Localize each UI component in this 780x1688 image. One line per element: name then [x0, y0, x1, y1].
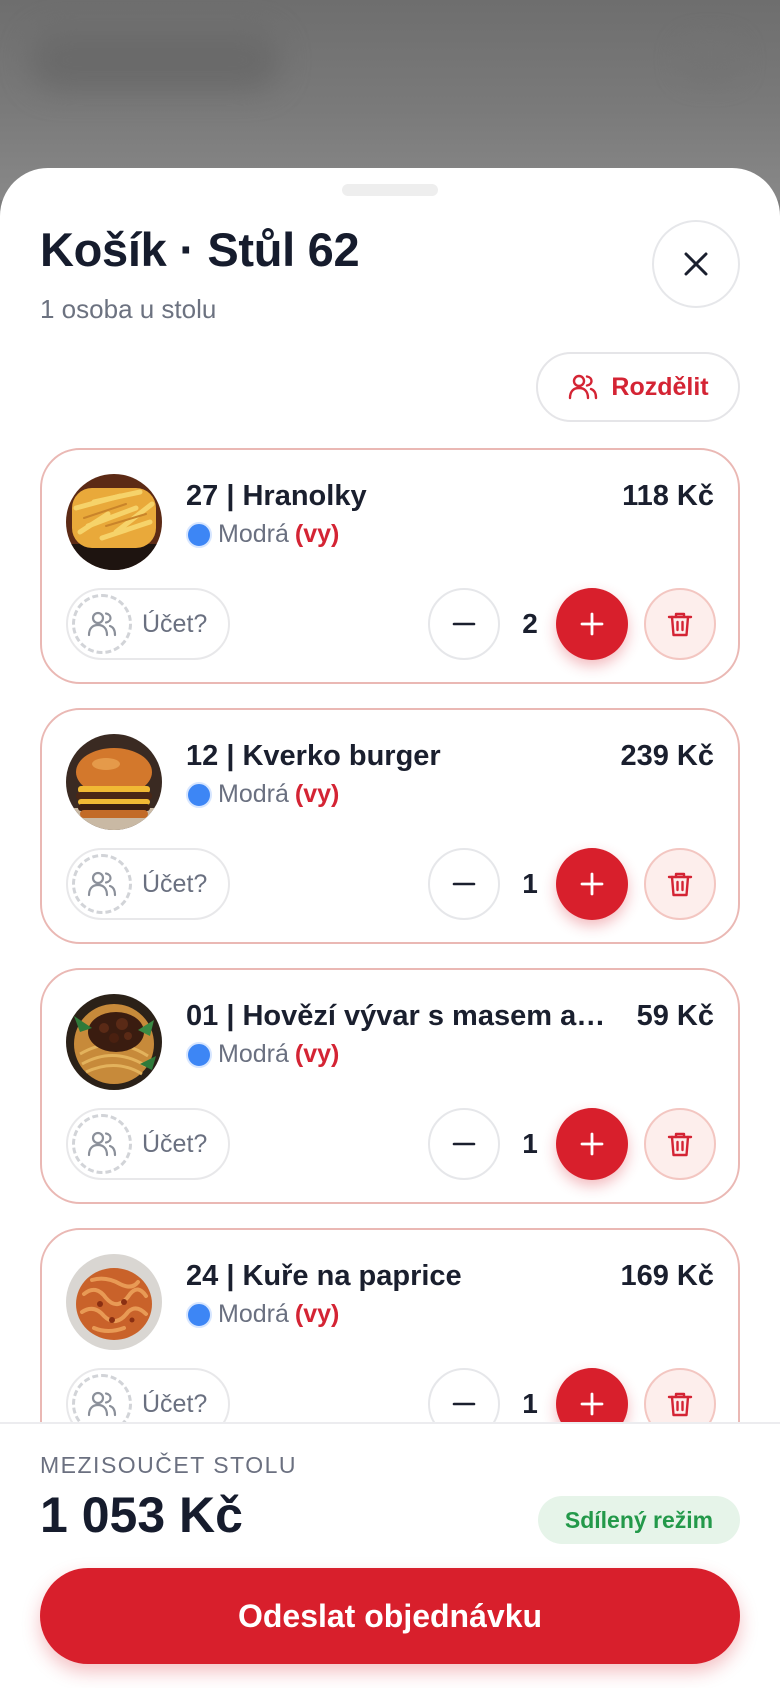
- cart-item: 12 | Kverko burger 239 Kč Modrá (vy) Úče…: [40, 708, 740, 944]
- owner-color-dot: [186, 1301, 212, 1328]
- subtotal-label: MEZISOUČET STOLU: [40, 1452, 298, 1478]
- increase-quantity-button[interactable]: [556, 1108, 628, 1180]
- bill-label: Účet?: [142, 1389, 208, 1418]
- sheet-grabber[interactable]: [342, 184, 438, 196]
- shared-mode-badge: Sdílený režim: [538, 1496, 740, 1544]
- assign-bill-button[interactable]: Účet?: [66, 848, 230, 920]
- item-quantity: 2: [522, 608, 538, 639]
- increase-quantity-button[interactable]: [556, 848, 628, 920]
- owner-color-dot: [186, 1041, 212, 1068]
- close-button[interactable]: [652, 220, 740, 308]
- assign-bill-button[interactable]: Účet?: [66, 1108, 230, 1180]
- remove-item-button[interactable]: [644, 848, 716, 920]
- remove-item-button[interactable]: [644, 588, 716, 660]
- users-icon: [72, 1114, 132, 1174]
- plus-icon: [580, 1132, 604, 1156]
- trash-icon: [667, 1132, 693, 1157]
- owner-you-tag: (vy): [294, 520, 340, 548]
- background-blur: [680, 40, 740, 80]
- users-icon: [72, 594, 132, 654]
- item-name: 12 | Kverko burger: [186, 740, 441, 772]
- guest-count: 1 osoba u stolu: [40, 294, 217, 324]
- item-price: 118 Kč: [622, 480, 714, 512]
- item-name: 27 | Hranolky: [186, 480, 367, 512]
- split-label: Rozdělit: [611, 372, 709, 401]
- item-image-fries: [66, 474, 162, 570]
- owner-name: Modrá: [218, 1040, 289, 1068]
- item-owner: Modrá (vy): [186, 1040, 339, 1069]
- remove-item-button[interactable]: [644, 1108, 716, 1180]
- trash-icon: [667, 1392, 693, 1417]
- subtotal-value: 1 053 Kč: [40, 1487, 243, 1543]
- trash-icon: [667, 872, 693, 897]
- cart-item: 01 | Hovězí vývar s masem a … 59 Kč Modr…: [40, 968, 740, 1204]
- item-quantity: 1: [522, 1128, 538, 1159]
- item-image-burger: [66, 734, 162, 830]
- item-price: 239 Kč: [620, 740, 714, 772]
- split-button[interactable]: Rozdělit: [536, 352, 740, 422]
- item-image-chicken-paprika: [66, 1254, 162, 1350]
- item-name: 24 | Kuře na paprice: [186, 1260, 462, 1292]
- cart-items-list: 27 | Hranolky 118 Kč Modrá (vy) Účet? 2 …: [40, 448, 740, 1488]
- minus-icon: [452, 1142, 476, 1146]
- item-image-beef-noodles: [66, 994, 162, 1090]
- cart-footer: MEZISOUČET STOLU 1 053 Kč Sdílený režim …: [0, 1422, 780, 1688]
- minus-icon: [452, 882, 476, 886]
- owner-color-dot: [186, 521, 212, 548]
- owner-you-tag: (vy): [294, 1300, 340, 1328]
- item-name: 01 | Hovězí vývar s masem a …: [186, 1000, 606, 1032]
- owner-color-dot: [186, 781, 212, 808]
- decrease-quantity-button[interactable]: [428, 588, 500, 660]
- assign-bill-button[interactable]: Účet?: [66, 588, 230, 660]
- users-icon: [569, 374, 598, 400]
- owner-name: Modrá: [218, 520, 289, 548]
- item-price: 169 Kč: [620, 1260, 714, 1292]
- owner-name: Modrá: [218, 780, 289, 808]
- owner-you-tag: (vy): [294, 780, 340, 808]
- users-icon: [72, 854, 132, 914]
- background-blur: [30, 30, 280, 90]
- minus-icon: [452, 1402, 476, 1406]
- item-quantity: 1: [522, 868, 538, 899]
- plus-icon: [580, 1392, 604, 1416]
- bill-label: Účet?: [142, 1129, 208, 1158]
- cart-item: 27 | Hranolky 118 Kč Modrá (vy) Účet? 2: [40, 448, 740, 684]
- close-icon: [684, 252, 708, 276]
- owner-name: Modrá: [218, 1300, 289, 1328]
- item-owner: Modrá (vy): [186, 1300, 339, 1329]
- increase-quantity-button[interactable]: [556, 588, 628, 660]
- bill-label: Účet?: [142, 609, 208, 638]
- trash-icon: [667, 612, 693, 637]
- cart-title: Košík · Stůl 62: [40, 223, 360, 276]
- decrease-quantity-button[interactable]: [428, 848, 500, 920]
- item-owner: Modrá (vy): [186, 780, 339, 809]
- decrease-quantity-button[interactable]: [428, 1108, 500, 1180]
- item-owner: Modrá (vy): [186, 520, 339, 549]
- item-price: 59 Kč: [636, 1000, 714, 1032]
- plus-icon: [580, 612, 604, 636]
- bill-label: Účet?: [142, 869, 208, 898]
- owner-you-tag: (vy): [294, 1040, 340, 1068]
- plus-icon: [580, 872, 604, 896]
- minus-icon: [452, 622, 476, 626]
- submit-order-button[interactable]: Odeslat objednávku: [40, 1568, 740, 1664]
